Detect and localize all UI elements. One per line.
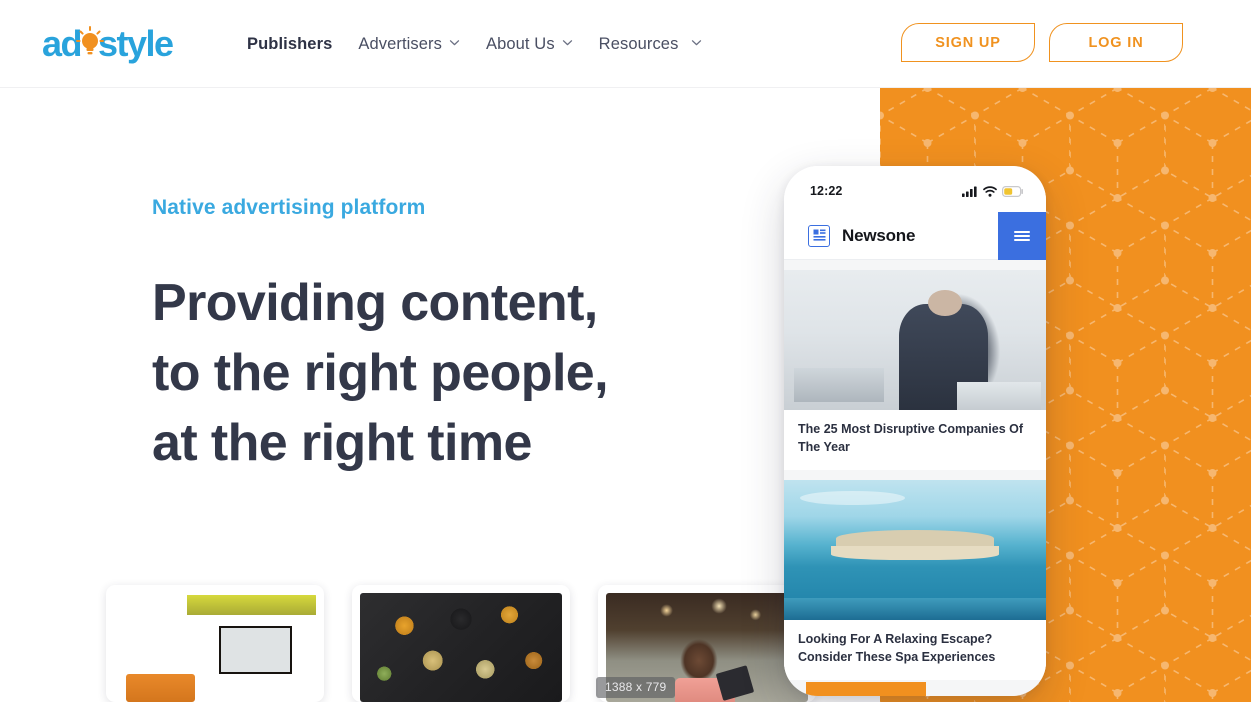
wifi-icon: [983, 185, 997, 197]
page-title: Providing content, to the right people, …: [152, 268, 772, 478]
cellular-bars-icon: [962, 186, 977, 197]
page-root: ad style Publishers Advertisers About Us…: [0, 0, 1251, 702]
battery-icon: [1002, 185, 1023, 197]
content-card[interactable]: [352, 585, 570, 702]
phone-mockup: 12:22 Newsone The 25 Most Disruptive Com…: [784, 166, 1046, 696]
newsone-logo-icon: [808, 224, 830, 247]
headline-line-1: Providing content,: [152, 274, 598, 332]
phone-status-bar: 12:22: [784, 166, 1046, 206]
nav-item-resources[interactable]: Resources: [599, 30, 703, 59]
nav-label-publishers: Publishers: [247, 34, 333, 53]
log-in-button[interactable]: LOG IN: [1049, 23, 1183, 62]
news-article[interactable]: Looking For A Relaxing Escape? Consider …: [784, 480, 1046, 680]
content-card-row: [106, 585, 816, 702]
app-title: Newsone: [842, 225, 916, 245]
status-clock: 12:22: [810, 184, 843, 198]
headline-line-2: to the right people,: [152, 344, 609, 402]
news-article-title: Looking For A Relaxing Escape? Consider …: [798, 632, 996, 664]
nav-label-about-us: About Us: [486, 34, 555, 53]
nav-item-about-us[interactable]: About Us: [486, 30, 573, 59]
adstyle-logo[interactable]: ad style: [42, 22, 194, 66]
nav-label-advertisers: Advertisers: [358, 34, 442, 53]
nav-label-resources: Resources: [598, 34, 679, 53]
chevron-down-icon: [449, 37, 460, 48]
phone-app-bar: Newsone: [784, 212, 1046, 260]
chevron-down-icon: [691, 37, 702, 48]
site-header: ad style Publishers Advertisers About Us…: [0, 0, 1251, 88]
home-theater-room-photo: [114, 593, 316, 702]
chevron-down-icon: [562, 37, 573, 48]
content-card[interactable]: [106, 585, 324, 702]
nav-item-publishers[interactable]: Publishers: [247, 30, 332, 59]
news-article[interactable]: The 25 Most Disruptive Companies Of The …: [784, 270, 1046, 470]
sign-up-button[interactable]: SIGN UP: [901, 23, 1035, 62]
phone-bottom-accent-bar: [806, 682, 926, 696]
auth-buttons: SIGN UP LOG IN: [901, 23, 1183, 62]
nav-item-advertisers[interactable]: Advertisers: [358, 30, 460, 59]
businessman-in-office-photo: [784, 270, 1046, 410]
hamburger-menu-icon[interactable]: [998, 212, 1046, 260]
news-article-title: The 25 Most Disruptive Companies Of The …: [798, 422, 1024, 454]
news-feed: The 25 Most Disruptive Companies Of The …: [784, 260, 1046, 696]
main-navigation: Publishers Advertisers About Us Resource…: [247, 0, 702, 88]
assorted-food-containers-photo: [360, 593, 562, 702]
svg-text:ad: ad: [42, 23, 81, 64]
svg-text:style: style: [98, 23, 173, 64]
headline-line-3: at the right time: [152, 414, 532, 472]
hero-section: Native advertising platform Providing co…: [152, 196, 772, 478]
hero-eyebrow: Native advertising platform: [152, 196, 426, 219]
viewport-size-tooltip: 1388 x 779: [596, 677, 676, 698]
adstyle-logo-icon: ad style: [42, 23, 175, 64]
tropical-beach-umbrella-photo: [784, 480, 1046, 620]
status-icons: [962, 185, 1024, 197]
